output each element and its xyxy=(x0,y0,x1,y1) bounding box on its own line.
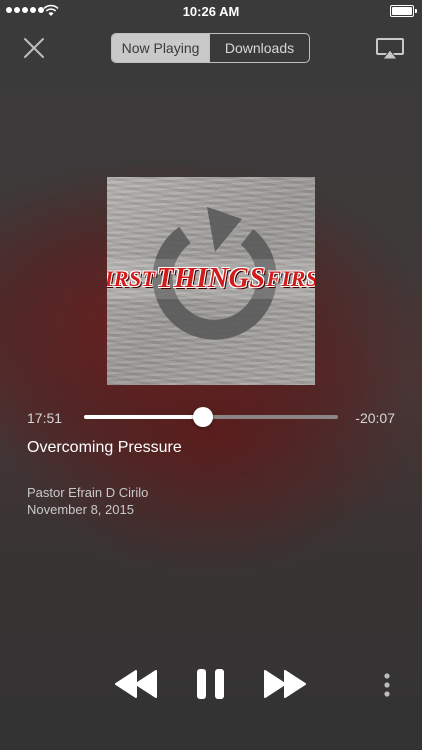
remaining-time: -20:07 xyxy=(355,410,395,426)
airplay-icon[interactable] xyxy=(376,38,404,60)
progress-slider[interactable] xyxy=(84,407,338,427)
status-bar: 10:26 AM xyxy=(0,0,422,22)
artwork-word-2: THINGS xyxy=(156,263,266,294)
artwork-word-1: FIRST xyxy=(107,266,156,291)
track-artist: Pastor Efrain D Cirilo xyxy=(27,485,149,500)
segmented-control: Now Playing Downloads xyxy=(111,33,310,63)
progress-knob[interactable] xyxy=(193,407,214,427)
elapsed-time: 17:51 xyxy=(27,410,63,426)
tab-now-playing[interactable]: Now Playing xyxy=(112,34,209,62)
pause-icon[interactable] xyxy=(196,668,226,700)
artwork-word-3: FIRST xyxy=(266,266,315,291)
tab-downloads[interactable]: Downloads xyxy=(209,34,309,62)
artwork-title: FIRST THINGS FIRST xyxy=(107,259,315,299)
progress-played xyxy=(84,415,204,419)
track-date: November 8, 2015 xyxy=(27,502,134,517)
album-artwork: FIRST THINGS FIRST xyxy=(107,177,315,385)
battery-icon xyxy=(390,5,417,17)
close-icon[interactable] xyxy=(22,36,46,60)
fast-forward-icon[interactable] xyxy=(263,669,307,699)
status-time: 10:26 AM xyxy=(182,4,240,19)
track-title: Overcoming Pressure xyxy=(27,439,182,456)
rewind-icon[interactable] xyxy=(114,669,158,699)
more-vertical-icon[interactable] xyxy=(382,673,392,697)
